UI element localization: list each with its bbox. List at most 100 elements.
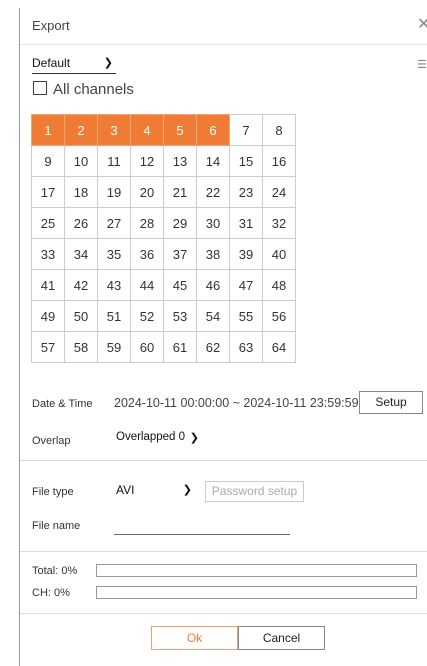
channel-cell[interactable]: 13 [163, 145, 197, 177]
channel-cell[interactable]: 3 [97, 114, 131, 146]
channel-cell[interactable]: 8 [262, 114, 296, 146]
channel-row: 33 34 35 36 37 38 39 40 [31, 238, 296, 270]
datetime-label: Date & Time [32, 398, 93, 410]
channel-cell[interactable]: 35 [97, 238, 131, 270]
channel-cell[interactable]: 59 [97, 331, 131, 363]
channel-cell[interactable]: 26 [64, 207, 98, 239]
channel-cell[interactable]: 21 [163, 176, 197, 208]
channel-cell[interactable]: 9 [31, 145, 65, 177]
channel-cell[interactable]: 4 [130, 114, 164, 146]
file-name-input[interactable] [114, 534, 290, 535]
divider [20, 460, 427, 461]
channel-cell[interactable]: 58 [64, 331, 98, 363]
close-icon[interactable]: ✕ [417, 14, 427, 34]
channel-cell[interactable]: 56 [262, 300, 296, 332]
channel-cell[interactable]: 27 [97, 207, 131, 239]
cancel-button[interactable]: Cancel [238, 626, 325, 650]
channel-cell[interactable]: 48 [262, 269, 296, 301]
channel-cell[interactable]: 30 [196, 207, 230, 239]
channel-cell[interactable]: 45 [163, 269, 197, 301]
list-icon[interactable]: ☰ [417, 58, 427, 71]
channel-cell[interactable]: 40 [262, 238, 296, 270]
chevron-down-icon: ❯ [182, 484, 192, 496]
channel-cell[interactable]: 12 [130, 145, 164, 177]
channel-cell[interactable]: 19 [97, 176, 131, 208]
channel-cell[interactable]: 46 [196, 269, 230, 301]
file-type-label: File type [32, 486, 74, 498]
channel-row: 49 50 51 52 53 54 55 56 [31, 300, 296, 332]
channel-cell[interactable]: 41 [31, 269, 65, 301]
channel-cell[interactable]: 53 [163, 300, 197, 332]
channel-cell[interactable]: 31 [229, 207, 263, 239]
channel-cell[interactable]: 23 [229, 176, 263, 208]
channel-row: 41 42 43 44 45 46 47 48 [31, 269, 296, 301]
channel-cell[interactable]: 18 [64, 176, 98, 208]
channel-cell[interactable]: 57 [31, 331, 65, 363]
channel-cell[interactable]: 36 [130, 238, 164, 270]
setup-button[interactable]: Setup [359, 391, 423, 414]
channel-cell[interactable]: 29 [163, 207, 197, 239]
password-setup-button[interactable]: Password setup [205, 481, 304, 502]
channel-cell[interactable]: 64 [262, 331, 296, 363]
channel-cell[interactable]: 44 [130, 269, 164, 301]
file-name-label: File name [32, 520, 81, 532]
channel-cell[interactable]: 15 [229, 145, 263, 177]
overlap-label: Overlap [32, 435, 71, 447]
channel-cell[interactable]: 10 [64, 145, 98, 177]
channel-cell[interactable]: 43 [97, 269, 131, 301]
channel-cell[interactable]: 22 [196, 176, 230, 208]
channel-cell[interactable]: 62 [196, 331, 230, 363]
checkbox-box[interactable] [33, 81, 47, 95]
preset-select[interactable]: Default ❯ [32, 56, 116, 74]
channel-cell[interactable]: 14 [196, 145, 230, 177]
preset-select-value: Default [32, 56, 71, 70]
channel-cell[interactable]: 20 [130, 176, 164, 208]
dialog-title: Export [32, 18, 70, 33]
channel-cell[interactable]: 1 [31, 114, 65, 146]
channel-cell[interactable]: 25 [31, 207, 65, 239]
file-type-select-value: AVI [116, 483, 135, 497]
channel-cell[interactable]: 7 [229, 114, 263, 146]
channel-grid: 1 2 3 4 5 6 7 8 9 10 11 12 13 14 15 16 17 18 19 20 21 22 23 24 2… [31, 114, 296, 363]
channel-cell[interactable]: 52 [130, 300, 164, 332]
channel-cell[interactable]: 17 [31, 176, 65, 208]
channel-cell[interactable]: 34 [64, 238, 98, 270]
channel-cell[interactable]: 49 [31, 300, 65, 332]
channel-row: 9 10 11 12 13 14 15 16 [31, 145, 296, 177]
channel-cell[interactable]: 54 [196, 300, 230, 332]
overlap-select-value: Overlapped 0 [116, 431, 186, 443]
total-progress-label: Total: 0% [32, 565, 78, 577]
channel-cell[interactable]: 5 [163, 114, 197, 146]
channel-cell[interactable]: 37 [163, 238, 197, 270]
file-type-select[interactable]: AVI ❯ [116, 483, 195, 499]
divider [20, 613, 427, 614]
channel-cell[interactable]: 11 [97, 145, 131, 177]
channel-cell[interactable]: 42 [64, 269, 98, 301]
channel-row: 17 18 19 20 21 22 23 24 [31, 176, 296, 208]
channel-cell[interactable]: 60 [130, 331, 164, 363]
channel-cell[interactable]: 16 [262, 145, 296, 177]
ok-button[interactable]: Ok [151, 626, 238, 650]
channel-cell[interactable]: 50 [64, 300, 98, 332]
all-channels-checkbox[interactable]: All channels [33, 81, 134, 98]
channel-progress-bar [96, 586, 417, 599]
channel-cell[interactable]: 63 [229, 331, 263, 363]
export-dialog: Export ✕ Default ❯ ☰ All channels 123456… [19, 8, 427, 666]
overlap-select[interactable]: Overlapped 0 ❯ [116, 431, 202, 447]
channel-cell[interactable]: 33 [31, 238, 65, 270]
channel-cell[interactable]: 51 [97, 300, 131, 332]
channel-cell[interactable]: 55 [229, 300, 263, 332]
channel-cell[interactable]: 61 [163, 331, 197, 363]
channel-cell[interactable]: 39 [229, 238, 263, 270]
channel-cell[interactable]: 24 [262, 176, 296, 208]
channel-cell[interactable]: 2 [64, 114, 98, 146]
channel-cell[interactable]: 38 [196, 238, 230, 270]
channel-cell[interactable]: 6 [196, 114, 230, 146]
dialog-header: Export ✕ [20, 8, 427, 45]
channel-cell[interactable]: 28 [130, 207, 164, 239]
channel-cell[interactable]: 32 [262, 207, 296, 239]
channel-row: 25 26 27 28 29 30 31 32 [31, 207, 296, 239]
channel-row: 12345678 [31, 114, 296, 146]
channel-row: 57 58 59 60 61 62 63 64 [31, 331, 296, 363]
channel-cell[interactable]: 47 [229, 269, 263, 301]
